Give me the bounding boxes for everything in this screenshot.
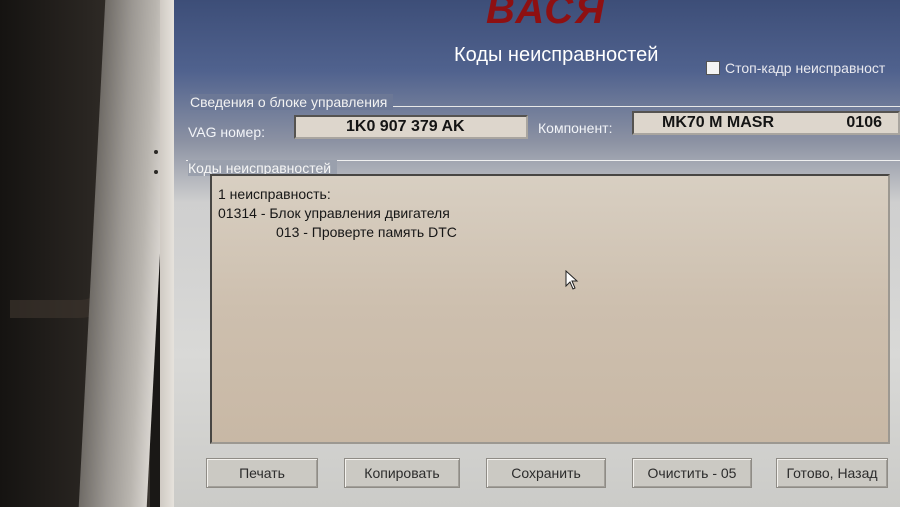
- app-logo: ВАСЯ: [486, 0, 607, 32]
- checkbox-box[interactable]: [706, 61, 720, 75]
- vag-number-label: VAG номер:: [188, 124, 266, 140]
- print-button[interactable]: Печать: [206, 458, 318, 488]
- fault-codes-window: ВАСЯ Коды неисправностей Стоп-кадр неисп…: [174, 0, 900, 507]
- freeze-frame-checkbox[interactable]: Стоп-кадр неисправност: [706, 60, 885, 76]
- clear-button[interactable]: Очистить - 05: [632, 458, 752, 488]
- window-title: Коды неисправностей: [454, 44, 659, 66]
- component-code: 0106: [846, 114, 882, 131]
- vag-number-value: 1K0 907 379 AK: [346, 118, 465, 135]
- fault-code-line: 01314 - Блок управления двигателя: [218, 205, 450, 221]
- control-unit-group-title: Сведения о блоке управления: [190, 94, 394, 110]
- window-frame-edge: [160, 0, 174, 507]
- component-label: Компонент:: [538, 120, 613, 136]
- mouse-cursor-icon: [565, 270, 579, 290]
- fault-codes-list[interactable]: 1 неисправность: 01314 - Блок управления…: [210, 174, 890, 444]
- fault-count-line: 1 неисправность:: [218, 186, 331, 202]
- done-back-button[interactable]: Готово, Назад: [776, 458, 888, 488]
- bezel-screw: [154, 170, 158, 174]
- vag-number-field: 1K0 907 379 AK: [294, 115, 528, 139]
- copy-button[interactable]: Копировать: [344, 458, 460, 488]
- save-button[interactable]: Сохранить: [486, 458, 606, 488]
- component-field: MK70 M MASR 0106: [632, 111, 900, 135]
- bezel-screw: [154, 150, 158, 154]
- component-value: MK70 M MASR: [662, 114, 775, 131]
- fault-detail-line: 013 - Проверте память DTC: [276, 224, 457, 240]
- freeze-frame-label: Стоп-кадр неисправност: [725, 60, 886, 76]
